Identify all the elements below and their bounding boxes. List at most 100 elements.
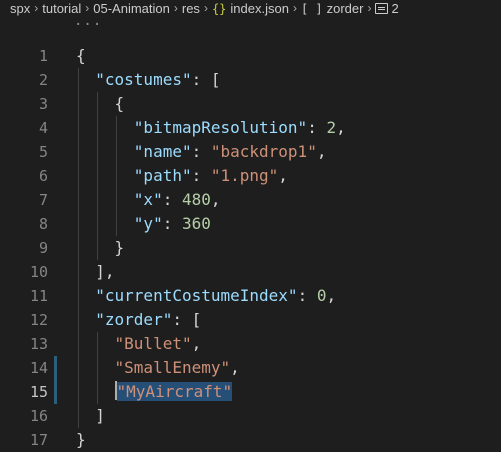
line-number: 9 [38, 239, 48, 257]
folded-region-indicator[interactable]: ··· [74, 17, 102, 33]
code-text: "y": 360 [76, 212, 211, 236]
json-punctuation: : [162, 214, 182, 233]
json-punctuation: { [76, 46, 86, 65]
json-key: "bitmapResolution" [133, 118, 308, 137]
code-line[interactable]: 13 "Bullet", [0, 332, 501, 356]
code-text: "x": 480, [76, 188, 221, 212]
json-punctuation: : [191, 142, 211, 161]
code-text: ], [76, 260, 114, 284]
code-line[interactable]: 2 "costumes": [ [0, 68, 501, 92]
json-string: "Bullet" [114, 334, 192, 353]
json-punctuation: ] [76, 406, 105, 425]
breadcrumb-separator: › [203, 1, 208, 15]
breadcrumb-item[interactable]: 05-Animation [93, 1, 170, 16]
json-string: "MyAircraft" [116, 382, 233, 401]
line-number: 1 [38, 47, 48, 65]
json-number: 480 [181, 190, 211, 209]
breadcrumb-label: spx [10, 0, 31, 16]
code-line[interactable]: 1{ [0, 44, 501, 68]
json-punctuation: , [278, 166, 288, 185]
code-line[interactable]: 10 ], [0, 260, 501, 284]
line-number: 15 [29, 383, 48, 401]
code-line[interactable]: 5 "name": "backdrop1", [0, 140, 501, 164]
json-key: "name" [133, 142, 192, 161]
json-punctuation: : [162, 190, 182, 209]
array-brackets-icon: [ ] [300, 1, 323, 16]
json-punctuation [76, 166, 134, 185]
breadcrumb-item[interactable]: res [182, 1, 200, 16]
code-line[interactable]: 14 "SmallEnemy", [0, 356, 501, 380]
code-line[interactable]: 3 { [0, 92, 501, 116]
json-punctuation: , [191, 334, 202, 353]
json-number: 360 [181, 214, 211, 233]
json-braces-icon: {} [211, 1, 227, 16]
breadcrumb-item[interactable]: {} index.json [212, 1, 289, 16]
line-number: 10 [29, 263, 48, 281]
json-punctuation: , [210, 190, 221, 209]
code-text: } [76, 236, 125, 260]
json-punctuation [76, 382, 115, 401]
json-punctuation [76, 214, 134, 233]
json-key: "y" [133, 214, 163, 233]
breadcrumb-separator: › [367, 1, 372, 15]
json-key: "zorder" [95, 310, 173, 329]
breadcrumb-item[interactable]: 2 [375, 0, 399, 16]
json-punctuation [76, 334, 115, 353]
json-punctuation: : [191, 166, 211, 185]
code-text: "MyAircraft" [76, 380, 233, 404]
breadcrumb-label: 05-Animation [93, 0, 170, 16]
breadcrumb-label: 2 [391, 0, 399, 16]
code-text: "SmallEnemy", [76, 356, 240, 380]
json-punctuation: : [297, 286, 317, 305]
line-number: 11 [29, 287, 48, 305]
breadcrumb-separator: › [173, 1, 178, 15]
json-string: "backdrop1" [210, 142, 317, 161]
code-text: "Bullet", [76, 332, 202, 356]
code-line[interactable]: 7 "x": 480, [0, 188, 501, 212]
line-number: 2 [38, 71, 48, 89]
json-key: "currentCostumeIndex" [95, 286, 298, 305]
breadcrumb-item[interactable]: tutorial [42, 1, 81, 16]
code-line[interactable]: 11 "currentCostumeIndex": 0, [0, 284, 501, 308]
code-line[interactable]: 16 ] [0, 404, 501, 428]
json-punctuation [76, 310, 95, 329]
modified-line-indicator[interactable] [54, 356, 57, 380]
code-text: "name": "backdrop1", [76, 140, 327, 164]
json-punctuation: } [76, 430, 86, 449]
breadcrumb-label: res [181, 0, 200, 16]
line-number: 17 [29, 431, 48, 449]
json-punctuation [76, 358, 115, 377]
code-text: "currentCostumeIndex": 0, [76, 284, 336, 308]
line-number: 4 [38, 119, 48, 137]
json-punctuation: : [ [191, 70, 221, 89]
code-editor[interactable]: 1{2 "costumes": [3 {4 "bitmapResolution"… [0, 44, 501, 452]
breadcrumb-item[interactable]: [ ] zorder [301, 1, 364, 16]
code-line[interactable]: 6 "path": "1.png", [0, 164, 501, 188]
code-line[interactable]: 8 "y": 360 [0, 212, 501, 236]
json-punctuation [76, 118, 134, 137]
code-text: "costumes": [ [76, 68, 221, 92]
line-number: 6 [38, 167, 48, 185]
code-text: { [76, 92, 125, 116]
modified-line-indicator[interactable] [54, 380, 57, 404]
code-line[interactable]: 17} [0, 428, 501, 452]
json-punctuation: } [76, 238, 125, 257]
code-line[interactable]: 9 } [0, 236, 501, 260]
json-punctuation: : [ [172, 310, 202, 329]
line-number: 3 [38, 95, 48, 113]
line-number: 8 [38, 215, 48, 233]
json-punctuation [76, 70, 95, 89]
json-punctuation [76, 190, 134, 209]
line-number: 13 [29, 335, 48, 353]
code-text: ] [76, 404, 105, 428]
code-text: } [76, 428, 86, 452]
json-string: "1.png" [210, 166, 279, 185]
line-number: 7 [38, 191, 48, 209]
breadcrumb-separator: › [34, 1, 39, 15]
json-punctuation: { [76, 94, 125, 113]
code-line[interactable]: 15 "MyAircraft" [0, 380, 501, 404]
code-line[interactable]: 12 "zorder": [ [0, 308, 501, 332]
code-line[interactable]: 4 "bitmapResolution": 2, [0, 116, 501, 140]
line-number: 14 [29, 359, 48, 377]
breadcrumb-item[interactable]: spx [10, 1, 30, 16]
